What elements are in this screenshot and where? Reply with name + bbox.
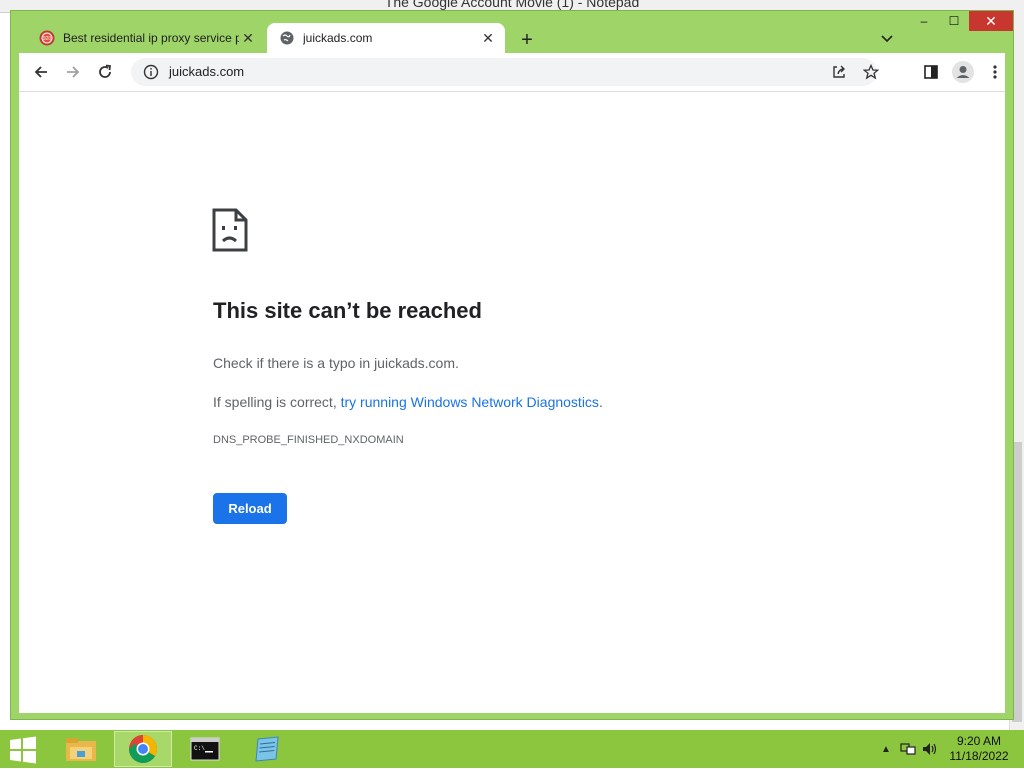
menu-kebab-icon[interactable] [983,60,1007,84]
minimize-button[interactable]: – [909,11,939,31]
back-icon[interactable] [29,60,53,84]
profile-avatar-icon[interactable] [951,60,975,84]
reload-button[interactable]: Reload [213,493,287,524]
tab-juickads[interactable]: juickads.com ✕ [267,23,505,53]
network-icon[interactable] [900,742,916,756]
window-controls: – ☐ ✕ [909,11,1013,31]
sad-page-icon [212,208,248,252]
forward-icon[interactable] [61,60,85,84]
proxy-site-icon: 920 [39,30,55,46]
error-code: DNS_PROBE_FINISHED_NXDOMAIN [213,434,404,446]
tab-close-icon[interactable]: ✕ [479,29,497,47]
bookmark-star-icon[interactable] [861,62,881,82]
error-title: This site can’t be reached [213,298,482,323]
show-hidden-icons-icon[interactable]: ▲ [878,742,894,756]
address-bar[interactable]: juickads.com [131,58,879,86]
tab-title: juickads.com [303,31,373,45]
clock-date: 11/18/2022 [949,749,1009,763]
page-content: This site can’t be reached Check if ther… [19,92,1005,713]
close-window-button[interactable]: ✕ [969,11,1013,31]
address-url: juickads.com [169,64,245,79]
system-clock[interactable]: 9:20 AM 11/18/2022 [944,734,1014,764]
start-windows-icon[interactable] [8,736,38,764]
notepad-icon[interactable] [238,731,296,767]
taskbar: C:\ ▲ 9:20 AM 11/18/2022 [0,730,1024,768]
clock-time: 9:20 AM [956,734,1002,748]
maximize-button[interactable]: ☐ [939,11,969,31]
globe-icon [279,30,295,46]
command-prompt-icon[interactable]: C:\ [176,731,234,767]
network-diagnostics-link[interactable]: try running Windows Network Diagnostics [341,394,599,410]
new-tab-button[interactable]: + [515,28,539,52]
chrome-icon[interactable] [114,731,172,767]
browser-toolbar: juickads.com [19,53,1005,92]
svg-text:920: 920 [43,36,52,42]
error-diagnostics-hint: If spelling is correct, try running Wind… [213,394,603,410]
tab-strip: 920 Best residential ip proxy service p … [11,11,1013,53]
svg-text:C:\: C:\ [194,745,205,752]
volume-icon[interactable] [922,742,938,756]
reload-icon[interactable] [93,60,117,84]
side-panel-icon[interactable] [919,60,943,84]
tab-search-chevron-icon[interactable] [875,29,899,49]
tab-close-icon[interactable]: ✕ [239,29,257,47]
background-window-title: The Google Account Movie (1) - Notepad [384,0,640,10]
file-explorer-icon[interactable] [52,731,110,767]
share-icon[interactable] [829,62,849,82]
tab-title: Best residential ip proxy service p [63,31,239,45]
site-info-icon[interactable] [143,64,159,80]
error-diagnostics-prefix: If spelling is correct, [213,394,341,410]
tab-proxy-service[interactable]: 920 Best residential ip proxy service p … [27,23,265,53]
error-diagnostics-suffix: . [598,394,603,410]
chrome-window: 920 Best residential ip proxy service p … [10,10,1014,720]
error-typo-hint: Check if there is a typo in juickads.com… [213,355,459,371]
